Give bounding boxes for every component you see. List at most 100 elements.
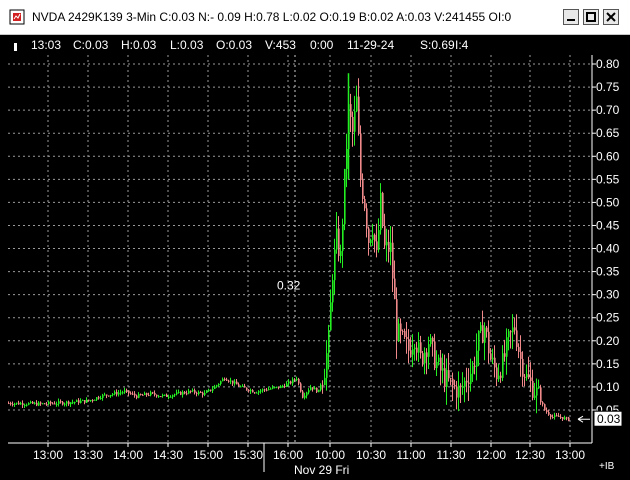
candle-body [362, 180, 364, 199]
candle-body [390, 242, 392, 252]
candle-body [96, 397, 98, 400]
candle-body [408, 338, 410, 351]
candle-body [488, 331, 490, 354]
candle-body [54, 403, 56, 405]
candle-body [244, 385, 246, 388]
candle-body [332, 280, 334, 303]
candle-body [566, 417, 568, 419]
candle-body [212, 388, 214, 391]
candle-body [116, 391, 118, 395]
candle-body [534, 395, 536, 398]
candle-body [208, 389, 210, 392]
candle-body [140, 394, 142, 396]
y-tick-label: 0.45 [596, 218, 620, 232]
minimize-button[interactable] [563, 9, 579, 25]
candle-body [524, 376, 526, 378]
candle-body [236, 381, 238, 385]
candle-body [250, 390, 252, 392]
y-tick-label: 0.50 [596, 195, 620, 209]
candle-body [370, 239, 372, 243]
candle-body [232, 380, 234, 384]
minimize-icon [567, 19, 575, 21]
candle-body [528, 374, 530, 378]
candle-body [168, 396, 170, 398]
candle-body [44, 403, 46, 405]
candle-body [346, 149, 348, 169]
candle-body [66, 401, 68, 404]
candle-body [376, 241, 378, 250]
candle-body [492, 357, 494, 360]
candle-body [324, 377, 326, 385]
candle-body [214, 386, 216, 389]
candle-body [306, 392, 308, 396]
y-tick-label: 0.75 [596, 80, 620, 94]
candle-body [396, 299, 398, 341]
candle-body [42, 403, 44, 405]
candle-body [378, 230, 380, 250]
candle-body [380, 192, 382, 231]
candle-body [372, 234, 374, 240]
candle-body [288, 381, 290, 384]
candle-body [36, 402, 38, 406]
candle-body [146, 393, 148, 395]
x-tick-label: 12:00 [476, 448, 506, 462]
candle-body [456, 386, 458, 398]
candle-body [158, 396, 160, 398]
candle-body [502, 353, 504, 378]
candle-body [92, 400, 94, 402]
candle-body [452, 378, 454, 386]
x-tick-label: 13:00 [33, 448, 63, 462]
maximize-button[interactable] [583, 9, 599, 25]
candle-body [464, 380, 466, 387]
candle-body [530, 377, 532, 381]
candle-body [462, 386, 464, 388]
candle-body [138, 394, 140, 398]
candle-body [74, 401, 76, 403]
x-tick-label: 10:00 [315, 448, 345, 462]
candle-body [258, 391, 260, 393]
price-axis[interactable]: 0.80 0.75 0.70 0.65 0.60 0.55 0.50 0.45 0.40 0.35… [591, 55, 620, 443]
candle-body [164, 394, 166, 396]
candle-body [318, 389, 320, 393]
close-button[interactable] [603, 9, 619, 25]
title-bar[interactable]: NVDA 2429K139 3-Min C:0.03 N:- 0.09 H:0.… [0, 0, 630, 35]
candle-body [320, 384, 322, 390]
candle-body [458, 385, 460, 398]
candle-body [410, 350, 412, 355]
info-open: O:0.03 [216, 38, 253, 52]
candle-body [310, 387, 312, 391]
candle-body [482, 325, 484, 343]
candle-body [300, 383, 302, 392]
candle-body [338, 228, 340, 257]
candle-body [148, 394, 150, 396]
candle-body [108, 395, 110, 397]
time-axis[interactable]: 13:00 13:30 14:00 14:30 15:00 15:30 16:00 10:00… [8, 442, 592, 477]
candle-body [170, 396, 172, 398]
candle-body [330, 302, 332, 331]
candle-body [94, 399, 96, 401]
candle-body [40, 402, 42, 404]
x-tick-label: 13:30 [73, 448, 103, 462]
candle-body [336, 228, 338, 250]
candle-body [412, 349, 414, 355]
candle-body [316, 387, 318, 393]
candle-body [230, 380, 232, 382]
candle-body [90, 400, 92, 402]
candle-body [80, 400, 82, 403]
candle-body [520, 351, 522, 359]
candle-body [82, 400, 84, 402]
candle-body [478, 330, 480, 351]
candle-body [100, 397, 102, 399]
y-tick-label: 0.55 [596, 172, 620, 186]
candle-body [402, 331, 404, 333]
chart-window-icon[interactable] [9, 9, 25, 25]
candle-body [382, 192, 384, 226]
candle-body [484, 327, 486, 343]
candle-body [142, 394, 144, 396]
candle-body [364, 198, 366, 209]
candle-body [16, 402, 18, 404]
price-chart[interactable]: 0.80 0.75 0.70 0.65 0.60 0.55 0.50 0.45 0.40 0.35… [0, 55, 630, 480]
y-tick-label: 0.80 [596, 57, 620, 71]
candle-body [20, 403, 22, 405]
scroll-marker[interactable]: +IB [599, 461, 615, 472]
